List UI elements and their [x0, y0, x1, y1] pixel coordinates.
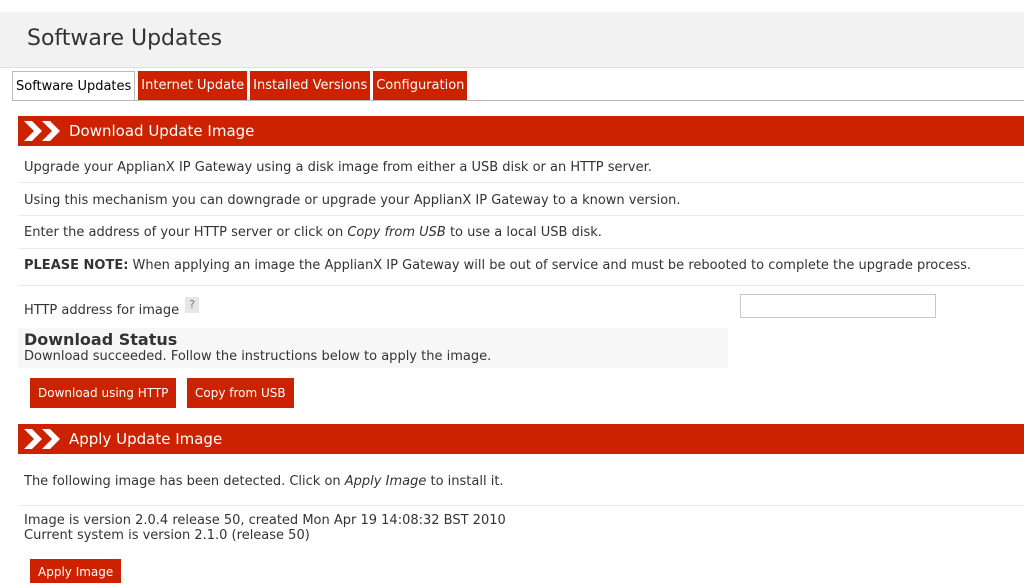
double-chevron-right-icon: [24, 429, 60, 449]
apply-image-button[interactable]: Apply Image: [30, 559, 122, 583]
download-section-header: Download Update Image: [18, 116, 1024, 146]
download-status-heading: Download Status: [24, 330, 178, 349]
tab-divider: [12, 100, 1024, 101]
divider: [18, 505, 1024, 506]
upgrade-description: Upgrade your ApplianX IP Gateway using a…: [24, 160, 652, 175]
current-version-text: Current system is version 2.1.0 (release…: [24, 528, 310, 543]
note-label: PLEASE NOTE:: [24, 258, 129, 273]
tab-configuration[interactable]: Configuration: [373, 71, 468, 101]
divider: [18, 285, 1024, 286]
copy-from-usb-reference: Copy from USB: [347, 225, 446, 240]
downgrade-description: Using this mechanism you can downgrade o…: [24, 193, 681, 208]
image-version-text: Image is version 2.0.4 release 50, creat…: [24, 513, 506, 528]
tab-installed-versions[interactable]: Installed Versions: [250, 71, 371, 101]
detected-prefix: The following image has been detected. C…: [24, 474, 345, 489]
double-chevron-right-icon: [24, 121, 60, 141]
page-title: Software Updates: [27, 26, 223, 51]
instructions-suffix: to use a local USB disk.: [445, 225, 602, 240]
download-http-button[interactable]: Download using HTTP: [30, 378, 177, 408]
download-status-text: Download succeeded. Follow the instructi…: [24, 349, 492, 364]
apply-image-reference: Apply Image: [344, 474, 427, 489]
http-address-label: HTTP address for image: [24, 303, 180, 318]
help-icon[interactable]: ?: [185, 297, 200, 313]
tab-bar: Software Updates Internet Update Install…: [12, 71, 470, 101]
divider: [18, 215, 1024, 216]
copy-from-usb-button[interactable]: Copy from USB: [187, 378, 294, 408]
divider: [18, 248, 1024, 249]
instructions-text: Enter the address of your HTTP server or…: [24, 225, 602, 240]
detected-image-text: The following image has been detected. C…: [24, 474, 504, 489]
http-address-input[interactable]: [740, 294, 936, 318]
note-text: PLEASE NOTE: When applying an image the …: [24, 258, 971, 273]
download-section-title: Download Update Image: [69, 122, 255, 140]
detected-suffix: to install it.: [426, 474, 504, 489]
apply-section-header: Apply Update Image: [18, 424, 1024, 454]
divider: [18, 182, 1024, 183]
tab-software-updates[interactable]: Software Updates: [12, 71, 136, 101]
page-title-bar: Software Updates: [0, 12, 1024, 68]
http-address-row: HTTP address for image?: [24, 297, 200, 319]
note-body: When applying an image the ApplianX IP G…: [128, 258, 972, 273]
tab-internet-update[interactable]: Internet Update: [138, 71, 248, 101]
instructions-prefix: Enter the address of your HTTP server or…: [24, 225, 348, 240]
apply-section-title: Apply Update Image: [69, 430, 223, 448]
